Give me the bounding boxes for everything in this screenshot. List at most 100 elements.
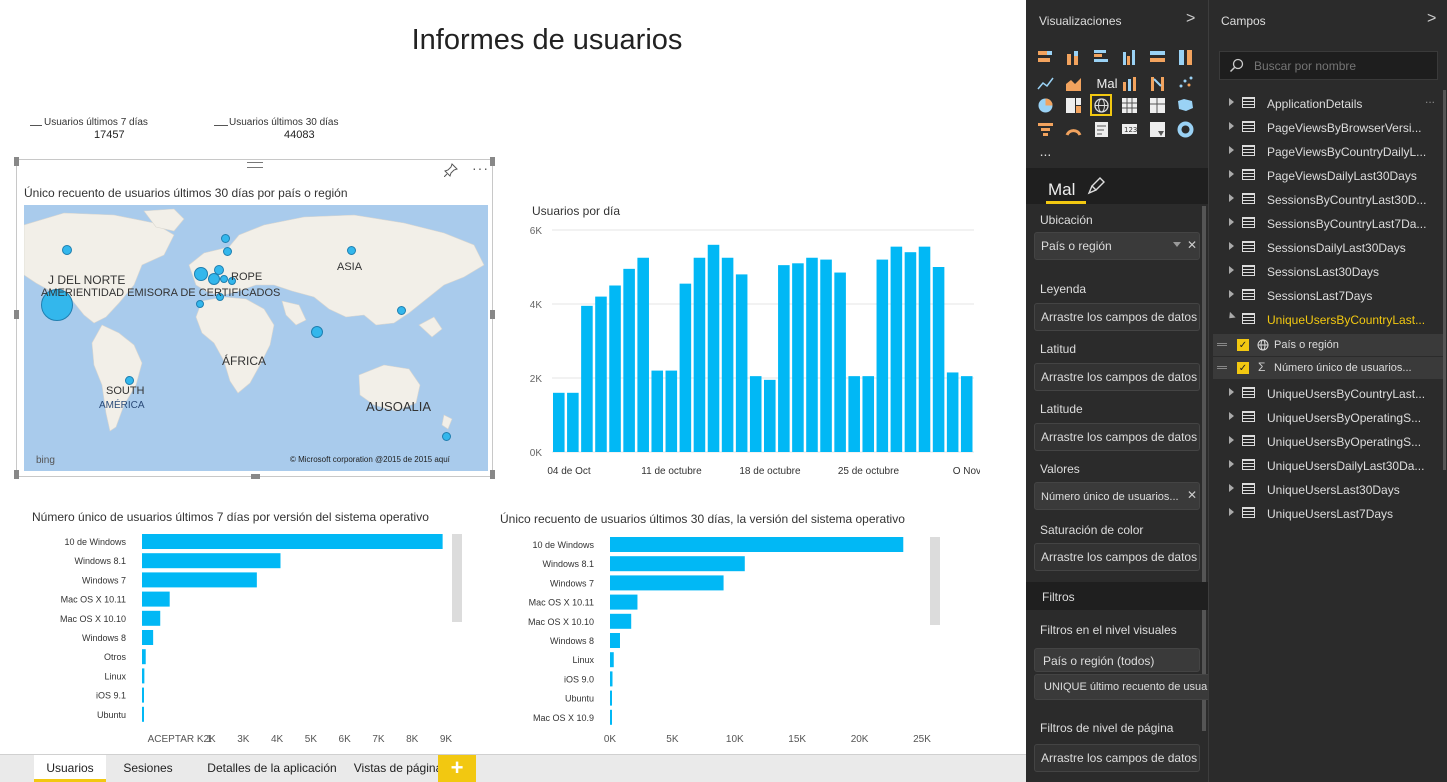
bar[interactable]: [142, 668, 145, 684]
bar[interactable]: [610, 671, 613, 687]
bar[interactable]: [960, 376, 973, 452]
bar[interactable]: [142, 649, 146, 665]
card-icon[interactable]: [1092, 120, 1111, 139]
os-7-days-chart[interactable]: 10 de Windows Windows 8.1 Windows 7 Mac OS …: [20, 530, 470, 750]
well-saturacion[interactable]: Arrastre los campos de datos aquí: [1034, 543, 1200, 571]
table-item[interactable]: SessionsLast30Days: [1209, 260, 1447, 284]
text-visual-icon[interactable]: Mal: [1092, 74, 1122, 93]
bar[interactable]: [637, 257, 649, 452]
expand-arrow-icon[interactable]: [1229, 436, 1234, 444]
slicer-icon[interactable]: [1148, 120, 1167, 139]
collapse-chevron-icon[interactable]: >: [1186, 10, 1195, 28]
bar[interactable]: [820, 259, 832, 452]
map-bubble[interactable]: [214, 265, 224, 275]
funnel-icon[interactable]: [1036, 120, 1055, 139]
table-item[interactable]: SessionsLast7Days: [1209, 284, 1447, 308]
well-latitud[interactable]: Arrastre los campos de datos aquí: [1034, 363, 1200, 391]
bar[interactable]: [792, 263, 804, 452]
clustered-column-icon[interactable]: [1120, 48, 1139, 67]
drag-grip-icon[interactable]: [247, 162, 263, 168]
resize-handle[interactable]: [14, 157, 19, 166]
expand-arrow-icon[interactable]: [1229, 146, 1234, 154]
100-column-icon[interactable]: [1176, 48, 1195, 67]
scatter-chart-icon[interactable]: [1176, 74, 1195, 93]
more-options-icon[interactable]: ···: [472, 160, 489, 176]
bar[interactable]: [806, 257, 818, 452]
card-users-30-days[interactable]: Usuarios últimos 30 días 44083: [214, 115, 364, 145]
expand-arrow-icon[interactable]: [1229, 412, 1234, 420]
remove-field-icon[interactable]: ✕: [1187, 238, 1197, 252]
bar[interactable]: [610, 556, 745, 572]
bar[interactable]: [749, 376, 762, 452]
map-bubble[interactable]: [223, 247, 232, 256]
bar[interactable]: [142, 630, 154, 645]
daily-users-chart[interactable]: 0K 2K 4K 6K 04 de Oct 11 de octubre 18 de octu…: [520, 222, 980, 482]
expand-arrow-icon[interactable]: [1229, 290, 1234, 298]
expand-arrow-icon[interactable]: [1229, 218, 1234, 226]
bar[interactable]: [142, 706, 144, 722]
matrix-icon[interactable]: [1148, 96, 1167, 115]
bar[interactable]: [142, 687, 144, 703]
well-ubicacion[interactable]: País o región ✕: [1034, 232, 1200, 260]
well-latitude[interactable]: Arrastre los campos de datos aquí: [1034, 423, 1200, 451]
map-bubble[interactable]: [194, 267, 208, 281]
bar[interactable]: [567, 392, 579, 452]
bar[interactable]: [707, 244, 720, 452]
scrollbar[interactable]: [452, 534, 462, 622]
line-chart-icon[interactable]: [1036, 74, 1055, 93]
well-valores[interactable]: Número único de usuarios... ✕: [1034, 482, 1200, 510]
tab-detalles-aplicacion[interactable]: Detalles de la aplicación: [200, 755, 344, 782]
map-bubble[interactable]: [196, 300, 204, 308]
bar[interactable]: [142, 591, 170, 607]
tab-vistas-pagina[interactable]: Vistas de página: [348, 755, 448, 782]
expand-arrow-icon[interactable]: [1229, 388, 1234, 396]
area-chart-icon[interactable]: [1064, 74, 1083, 93]
table-item-expanded[interactable]: UniqueUsersByCountryLast...: [1209, 308, 1447, 332]
bar[interactable]: [764, 379, 776, 452]
treemap-icon[interactable]: [1064, 96, 1083, 115]
expand-arrow-icon[interactable]: [1229, 242, 1234, 250]
multirow-card-icon[interactable]: 123: [1120, 120, 1139, 139]
bar[interactable]: [610, 690, 612, 706]
card-users-7-days[interactable]: Usuarios últimos 7 días 17457: [30, 115, 180, 145]
bar[interactable]: [610, 709, 612, 725]
bar[interactable]: [553, 392, 565, 452]
resize-handle[interactable]: [490, 310, 495, 319]
map-bubble[interactable]: [311, 326, 323, 338]
bar[interactable]: [848, 376, 860, 452]
expand-arrow-icon[interactable]: [1229, 122, 1234, 130]
bar[interactable]: [693, 257, 706, 452]
resize-handle[interactable]: [490, 470, 495, 479]
remove-field-icon[interactable]: ✕: [1187, 488, 1197, 502]
bar[interactable]: [610, 613, 632, 629]
field-item-pais-region[interactable]: ✓ País o región: [1213, 334, 1444, 356]
os-30-days-chart[interactable]: 10 de Windows Windows 8.1 Windows 7 Mac OS …: [490, 532, 950, 752]
table-item[interactable]: ApplicationDetails: [1209, 92, 1447, 116]
bar[interactable]: [890, 246, 903, 452]
bar[interactable]: [946, 372, 959, 452]
collapse-chevron-icon[interactable]: >: [1427, 10, 1436, 28]
table-item[interactable]: SessionsByCountryLast30D...: [1209, 188, 1447, 212]
table-item[interactable]: SessionsDailyLast30Days: [1209, 236, 1447, 260]
map-bubble[interactable]: [347, 246, 356, 255]
bar[interactable]: [595, 296, 607, 452]
pie-chart-icon[interactable]: [1036, 96, 1055, 115]
table-item[interactable]: UniqueUsersByCountryLast...: [1209, 382, 1447, 406]
table-item[interactable]: UniqueUsersLast7Days: [1209, 502, 1447, 526]
resize-handle[interactable]: [251, 474, 260, 479]
field-item-numero-unico[interactable]: ✓ Σ Número único de usuarios...: [1213, 357, 1444, 379]
expand-arrow-icon[interactable]: [1229, 98, 1234, 106]
combo-chart-icon[interactable]: [1120, 74, 1139, 93]
donut-icon[interactable]: [1176, 120, 1195, 139]
tab-sesiones[interactable]: Sesiones: [112, 755, 184, 782]
resize-handle[interactable]: [490, 157, 495, 166]
filter-pais-region[interactable]: País o región (todos): [1034, 648, 1200, 672]
pin-icon[interactable]: [444, 163, 458, 177]
bar[interactable]: [904, 252, 917, 452]
table-item[interactable]: UniqueUsersLast30Days: [1209, 478, 1447, 502]
scrollbar[interactable]: [930, 537, 940, 625]
bar[interactable]: [932, 267, 945, 452]
tab-usuarios[interactable]: Usuarios: [34, 755, 106, 782]
well-leyenda[interactable]: Arrastre los campos de datos aquí: [1034, 303, 1200, 331]
resize-handle[interactable]: [14, 470, 19, 479]
